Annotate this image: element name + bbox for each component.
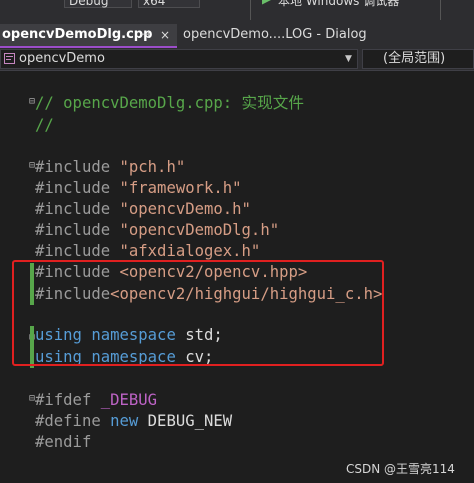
preprocessor-directive: #include [35,221,111,239]
preprocessor-directive: #ifdef [35,391,92,409]
project-icon [4,53,15,64]
scope-label: (全局范围) [383,51,446,66]
include-path: "framework.h" [119,179,242,197]
preprocessor-directive: #include [35,158,111,176]
code-editor[interactable]: ⊟ ⊟ ⊟ ⊟ // opencvDemoDlg.cpp: 实现文件 // #i… [0,71,474,483]
tab-opencvdemodlg-cpp[interactable]: opencvDemoDlg.cpp ⊣ × [0,24,177,48]
watermark: CSDN @王雪亮114 [346,462,455,476]
project-dropdown[interactable]: opencvDemo ▼ [0,49,358,69]
include-path: "pch.h" [119,158,186,176]
include-path: "opencvDemoDlg.h" [119,221,280,239]
preprocessor-directive: #define [35,412,101,430]
code-line: #ifdef _DEBUG [35,390,157,410]
tab-label: opencvDemo....LOG - Dialog [183,27,367,42]
debugger-label[interactable]: 本地 Windows 调试器 [278,0,399,9]
include-path: "opencvDemo.h" [119,200,251,218]
preprocessor-directive: #include [35,179,111,197]
toolbar-divider [440,0,441,20]
code-line: #endif [35,432,91,452]
code-line: #include "framework.h" [35,178,242,198]
code-line: // [35,115,54,135]
navigation-bar: opencvDemo ▼ (全局范围) [0,48,474,71]
chevron-down-icon[interactable]: ▼ [345,50,352,68]
pin-icon[interactable]: ⊣ [140,24,150,46]
document-tab-bar: opencvDemoDlg.cpp ⊣ × opencvDemo....LOG … [0,24,474,48]
macro-name: DEBUG_NEW [147,412,233,430]
code-line: #include "pch.h" [35,157,185,177]
highlight-box [12,260,384,366]
code-line: #include "opencvDemo.h" [35,199,251,219]
code-comment: // opencvDemoDlg.cpp: 实现文件 [35,94,304,112]
toolbar-divider [250,0,251,20]
preprocessor-directive: #include [35,242,111,260]
tab-opencvdemo-log-dialog[interactable]: opencvDemo....LOG - Dialog [181,24,474,48]
project-name: opencvDemo [19,51,105,66]
code-line: #include "afxdialogex.h" [35,241,260,261]
config-dropdown[interactable]: Debug [64,0,132,8]
tab-label: opencvDemoDlg.cpp [2,27,153,42]
top-toolbar: ▾ Debug x64 ▶ 本地 Windows 调试器 [0,0,474,24]
scope-dropdown[interactable]: (全局范围) [362,49,474,69]
platform-dropdown[interactable]: x64 [138,0,200,8]
preprocessor-directive: #endif [35,433,92,451]
toolbar-arrow-icon[interactable]: ▾ [20,0,26,3]
code-comment: // [35,116,54,134]
code-line: #define new DEBUG_NEW [35,411,232,431]
macro-name: _DEBUG [100,391,158,409]
code-line: // opencvDemoDlg.cpp: 实现文件 [35,93,304,113]
keyword: new [110,412,139,430]
play-icon[interactable]: ▶ [262,0,271,6]
preprocessor-directive: #include [35,200,111,218]
code-line: #include "opencvDemoDlg.h" [35,220,279,240]
include-path: "afxdialogex.h" [119,242,261,260]
close-icon[interactable]: × [160,24,170,46]
